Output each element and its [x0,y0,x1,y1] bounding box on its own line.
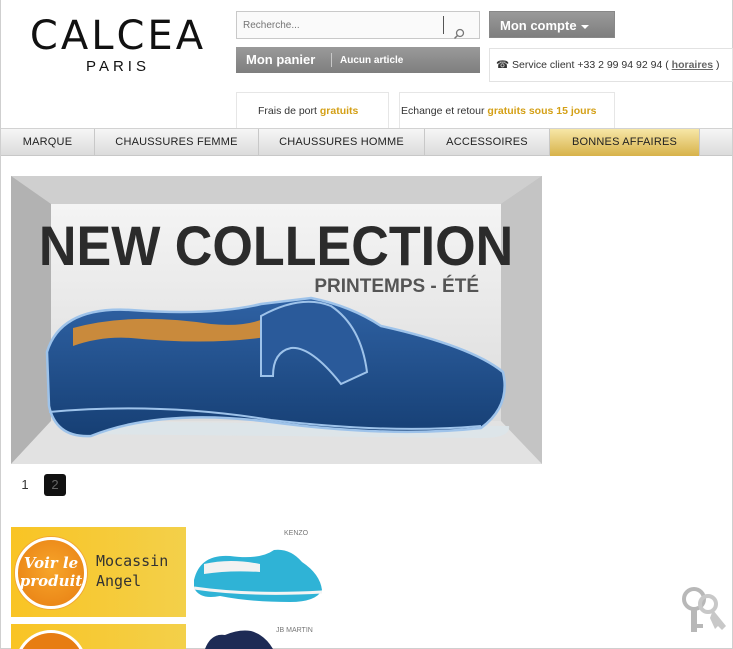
banner-subtitle: PRINTEMPS - ÉTÉ [314,275,479,297]
banner-artwork: NEW COLLECTION PRINTEMPS - ÉTÉ [11,176,542,464]
search-box [236,11,480,40]
account-dropdown[interactable]: Mon compte [489,11,615,38]
main-nav: MARQUE CHAUSSURES FEMME CHAUSSURES HOMME… [1,128,732,156]
text-cursor [443,16,444,34]
hours-link[interactable]: horaires [672,59,713,71]
search-input[interactable] [237,12,443,38]
promo-product-name: Mocassin Angel [96,551,168,591]
product-image-turquoise-loafer[interactable] [190,540,325,612]
badge-line-1: Voir le [23,554,79,572]
shipping-highlight: gratuits [319,105,359,117]
site-logo[interactable]: CALCEA PARIS [18,14,218,75]
returns-info: Echange et retour gratuits sous 15 jours [399,92,615,128]
caret-down-icon [580,24,589,29]
carousel-pager: 1 2 [14,474,66,496]
product-brand: KENZO [284,530,309,537]
service-suffix: ) [716,59,720,71]
view-product-badge[interactable]: Voir le produit [15,537,87,609]
promo-card-2[interactable] [11,624,186,649]
hero-banner[interactable]: NEW COLLECTION PRINTEMPS - ÉTÉ [11,176,542,464]
customer-service: ☎ Service client +33 2 99 94 92 94 ( hor… [489,48,733,82]
nav-item-brand[interactable]: MARQUE [1,129,95,156]
logo-text: CALCEA [29,13,207,59]
returns-text: Echange et retour [401,105,485,117]
product-brand: JB MARTIN [276,627,313,634]
account-label: Mon compte [500,18,577,33]
product-image-navy-shoe[interactable] [205,625,275,649]
logo-subtext: PARIS [86,58,150,75]
pager-page-1[interactable]: 1 [14,474,36,496]
nav-item-women-shoes[interactable]: CHAUSSURES FEMME [95,129,259,156]
cart-divider [331,53,332,67]
promo-card[interactable]: Voir le produit Mocassin Angel [11,527,186,617]
shipping-text: Frais de port [258,105,317,117]
magnifier-icon[interactable] [453,28,465,40]
view-product-badge-2[interactable] [15,630,87,649]
nav-item-men-shoes[interactable]: CHAUSSURES HOMME [259,129,425,156]
badge-line-2: produit [19,572,83,590]
pager-page-2[interactable]: 2 [44,474,66,496]
shipping-info: Frais de port gratuits [236,92,389,128]
promo-name-line-2: Angel [96,572,142,590]
cart-label: Mon panier [246,52,316,67]
banner-title: NEW COLLECTION [39,215,513,277]
cart-status: Aucun article [340,55,404,66]
service-prefix: ☎ Service client +33 2 99 94 92 94 ( [496,59,669,71]
nav-item-deals[interactable]: BONNES AFFAIRES [550,129,700,156]
keys-icon [682,587,726,632]
nav-item-accessories[interactable]: ACCESSOIRES [425,129,550,156]
returns-highlight: gratuits sous 15 jours [487,105,597,117]
cart-button[interactable]: Mon panier Aucun article [236,47,480,73]
promo-name-line-1: Mocassin [96,552,169,570]
